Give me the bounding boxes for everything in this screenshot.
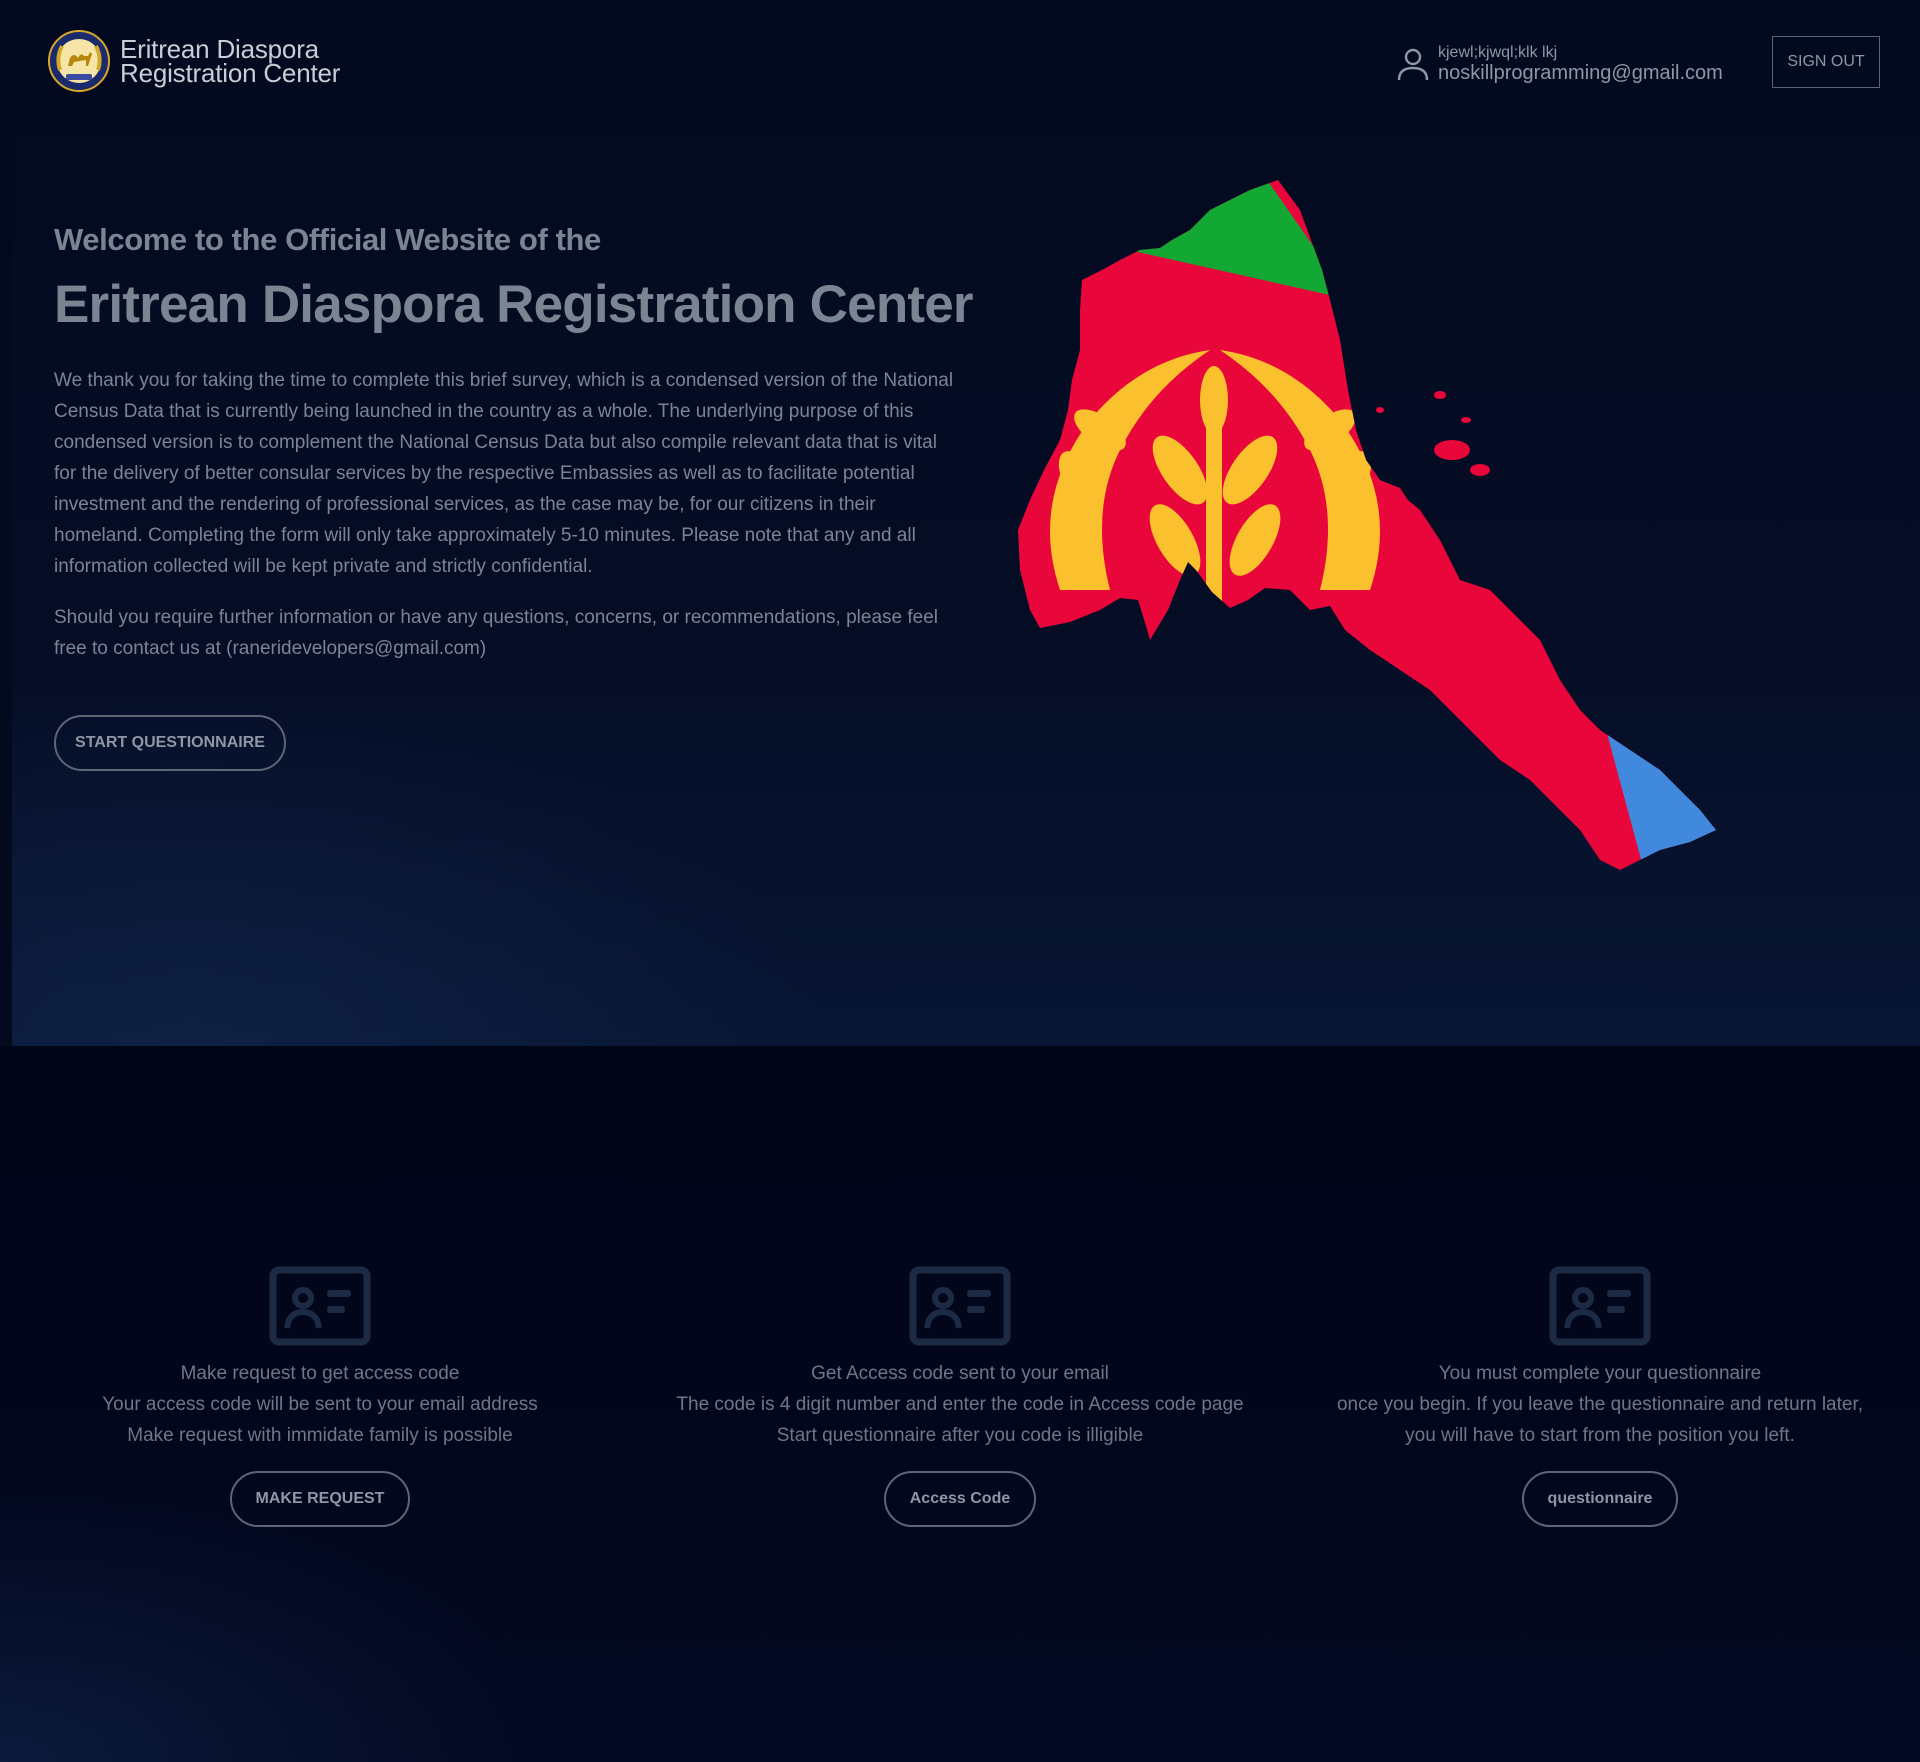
brand-logo-link[interactable]: Eritrean Diaspora Registration Center bbox=[48, 30, 340, 92]
hero-edge bbox=[0, 0, 12, 1046]
emblem-icon bbox=[48, 30, 110, 92]
brand-name: Eritrean Diaspora Registration Center bbox=[120, 36, 341, 88]
sign-out-button[interactable]: SIGN OUT bbox=[1772, 36, 1880, 88]
intro-paragraph-1: We thank you for taking the time to comp… bbox=[54, 370, 954, 577]
card-line-3: Make request with immidate family is pos… bbox=[127, 1425, 513, 1446]
access-code-button[interactable]: Access Code bbox=[883, 1471, 1037, 1527]
make-request-button[interactable]: MAKE REQUEST bbox=[229, 1471, 411, 1527]
card-line-1: Get Access code sent to your email bbox=[811, 1363, 1109, 1384]
id-card-icon bbox=[1549, 1266, 1651, 1346]
card-line-1: You must complete your questionnaire bbox=[1438, 1363, 1762, 1384]
card-access-code: Get Access code sent to your email The c… bbox=[660, 1266, 1260, 1527]
card-line-2: The code is 4 digit number and enter the… bbox=[676, 1394, 1244, 1415]
eritrea-flag-map bbox=[1018, 180, 1716, 870]
card-line-2: once you begin. If you leave the questio… bbox=[1336, 1394, 1864, 1415]
user-name: kjewl;kjwql;klk lkj bbox=[1438, 44, 1558, 61]
card-questionnaire: You must complete your questionnaire onc… bbox=[1300, 1266, 1900, 1527]
card-line-1: Make request to get access code bbox=[180, 1363, 460, 1384]
card-make-request: Make request to get access code Your acc… bbox=[20, 1266, 620, 1527]
user-info: kjewl;kjwql;klk lkj noskillprogramming@g… bbox=[1396, 44, 1723, 84]
page: Eritrean Diaspora Registration Center kj… bbox=[0, 0, 1920, 1762]
questionnaire-button[interactable]: questionnaire bbox=[1521, 1471, 1679, 1527]
card-line-2: Your access code will be sent to your em… bbox=[102, 1394, 538, 1415]
user-email: noskillprogramming@gmail.com bbox=[1438, 62, 1723, 84]
id-card-icon bbox=[269, 1266, 371, 1346]
card-line-3: Start questionnaire after you code is il… bbox=[776, 1425, 1144, 1446]
user-icon bbox=[1397, 48, 1429, 81]
brand-line2: Registration Center bbox=[120, 58, 341, 88]
welcome-text: Welcome to the Official Website of the bbox=[54, 222, 601, 257]
intro-paragraph-2: Should you require further information o… bbox=[54, 607, 938, 659]
page-title: Eritrean Diaspora Registration Center bbox=[54, 275, 974, 334]
card-line-3: you will have to start from the position… bbox=[1405, 1425, 1795, 1446]
intro-text: We thank you for taking the time to comp… bbox=[54, 365, 954, 684]
start-questionnaire-button[interactable]: START QUESTIONNAIRE bbox=[54, 715, 286, 771]
id-card-icon bbox=[909, 1266, 1011, 1346]
